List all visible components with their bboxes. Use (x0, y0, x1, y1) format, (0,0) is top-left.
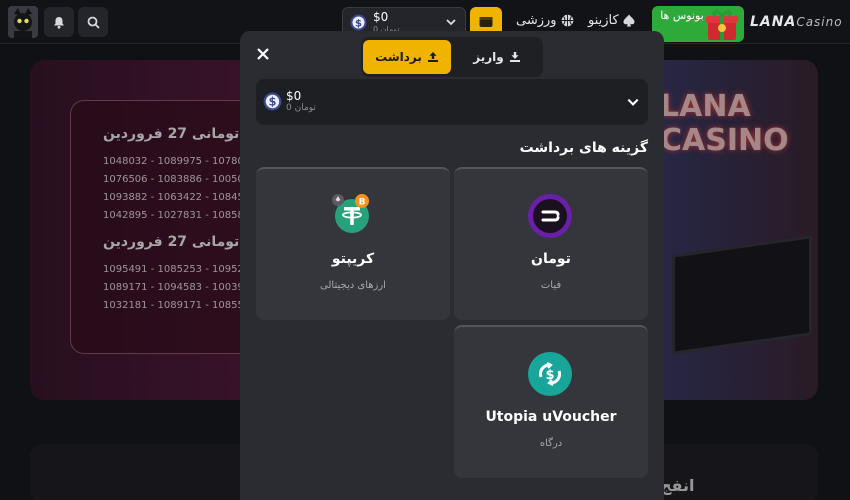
tab-withdraw-label: برداشت (375, 50, 422, 64)
avatar[interactable] (8, 6, 38, 38)
wallet-icon (479, 17, 493, 27)
gift-icon (706, 10, 738, 40)
chevron-down-icon (446, 19, 456, 26)
svg-text:B: B (359, 198, 366, 208)
logo-sub: Casino (796, 15, 843, 29)
basketball-icon (561, 14, 573, 27)
currency-sub: تومان 0 (286, 103, 316, 113)
upload-icon (427, 52, 438, 62)
nav-sports[interactable]: ورزشی (516, 13, 574, 28)
utopia-icon: $ (528, 352, 572, 396)
nav-sports-label: ورزشی (516, 13, 557, 28)
dollar-coin-icon: $ (350, 14, 367, 31)
spade-icon (623, 14, 635, 27)
download-icon (509, 52, 520, 62)
notification-bell-icon[interactable] (44, 7, 74, 37)
option-name: تومان (531, 251, 571, 267)
dollar-coin-icon: $ (263, 92, 282, 111)
option-utopia-uvoucher[interactable]: $ Utopia uVoucher درگاه (454, 325, 648, 478)
withdraw-modal: برداشت واریز $ $0 تومان 0 گزینه های بردا… (240, 31, 664, 500)
svg-text:$: $ (269, 96, 277, 109)
wallet-amount: $0 (373, 10, 389, 24)
svg-text:$: $ (545, 368, 554, 383)
nav-casino[interactable]: کازینو (588, 13, 635, 28)
bonus-button[interactable]: بونوس ها (652, 6, 744, 42)
search-icon[interactable] (78, 7, 108, 37)
tether-icon: B (332, 194, 369, 233)
tab-deposit[interactable]: واریز (453, 40, 541, 74)
tab-switcher: برداشت واریز (361, 37, 543, 77)
bonus-label: بونوس ها (660, 9, 704, 22)
logo-main: LANA (750, 14, 797, 30)
option-desc: ارزهای دیجیتالی (320, 280, 386, 291)
section-title: گزینه های برداشت (519, 140, 648, 156)
option-desc: درگاه (539, 438, 563, 449)
currency-selector[interactable]: $ $0 تومان 0 (256, 79, 648, 125)
option-desc: فیات (540, 280, 562, 291)
tab-deposit-label: واریز (473, 50, 504, 64)
close-icon[interactable] (254, 45, 272, 63)
option-name: کریپتو (331, 251, 375, 267)
nav-casino-label: کازینو (588, 13, 619, 28)
option-name: Utopia uVoucher (485, 409, 617, 425)
currency-amount: $0 (286, 89, 302, 103)
tab-withdraw[interactable]: برداشت (363, 40, 451, 74)
svg-text:$: $ (355, 18, 362, 29)
site-logo[interactable]: LANACasino (750, 14, 843, 30)
option-crypto[interactable]: B کریپتو ارزهای دیجیتالی (256, 167, 450, 320)
option-toman[interactable]: تومان فیات (454, 167, 648, 320)
toman-icon (528, 194, 572, 238)
chevron-down-icon (627, 98, 639, 106)
